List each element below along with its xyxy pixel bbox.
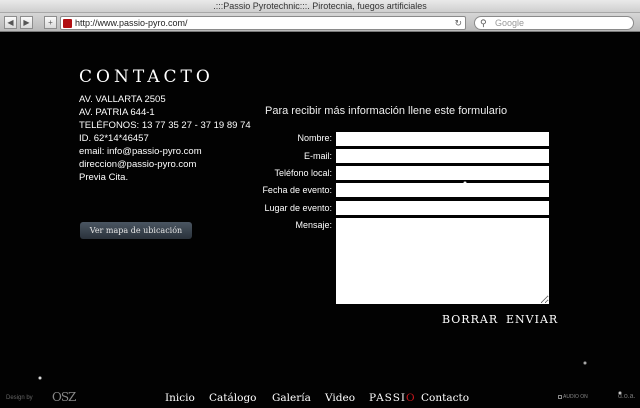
browser-toolbar: ◀ ▶ + http://www.passio-pyro.com/ ↻ ⚲ Go… [0,13,640,32]
footer-mark: d.o.a. [618,393,636,400]
nav-galeria[interactable]: Galería [272,392,311,404]
audio-toggle-label[interactable]: AUDIO ON [563,394,588,400]
message-label: Mensaje: [295,220,332,230]
place-label: Lugar de evento: [264,203,332,213]
brand-accent: O [406,392,416,404]
map-button[interactable]: Ver mapa de ubicación [80,222,192,239]
email-line: email: info@passio-pyro.com [79,146,202,157]
address-line: AV. VALLARTA 2505 [79,94,166,105]
note-line: Previa Cita. [79,172,129,183]
nav-inicio[interactable]: Inicio [165,392,195,404]
forward-button[interactable]: ▶ [20,16,33,29]
message-field[interactable] [336,218,549,304]
url-text: http://www.passio-pyro.com/ [75,18,188,28]
search-icon: ⚲ [480,18,487,28]
phone-field[interactable] [336,166,549,180]
site-favicon-icon [63,19,72,28]
reload-icon[interactable]: ↻ [454,17,462,29]
contact-info: AV. VALLARTA 2505 AV. PATRIA 644-1 TELÉF… [79,93,251,184]
back-button[interactable]: ◀ [4,16,17,29]
address-bar[interactable]: http://www.passio-pyro.com/ ↻ [60,16,466,30]
email-field[interactable] [336,149,549,163]
address-line: AV. PATRIA 644-1 [79,107,155,118]
name-field[interactable] [336,132,549,146]
nav-catalogo[interactable]: Catálogo [209,392,257,404]
add-bookmark-button[interactable]: + [44,16,57,29]
page-title: CONTACTO [79,67,214,87]
email-line: direccion@passio-pyro.com [79,159,197,170]
audio-toggle-icon[interactable] [558,395,562,399]
id-line: ID. 62*14*46457 [79,133,149,144]
submit-button[interactable]: ENVIAR [506,313,558,326]
window-title: .:::Passio Pyrotechnic:::. Pirotecnia, f… [0,0,640,13]
nav-video[interactable]: Video [325,392,355,404]
date-label: Fecha de evento: [262,185,332,195]
footer-nav: Inicio Catálogo Galería Video PASSIO Con… [0,392,640,406]
brand-text: PASSI [369,392,407,404]
name-label: Nombre: [297,133,332,143]
nav-brand-logo[interactable]: PASSIO [369,392,416,404]
form-title: Para recibir más información llene este … [265,105,508,117]
search-input[interactable]: ⚲ Google [474,16,634,30]
phone-label: Teléfono local: [274,168,332,178]
reset-button[interactable]: BORRAR [442,313,498,326]
email-label: E-mail: [303,151,332,161]
nav-contacto[interactable]: Contacto [421,392,469,404]
date-field[interactable] [336,183,549,197]
phones-line: TELÉFONOS: 13 77 35 27 - 37 19 89 74 [79,120,251,131]
place-field[interactable] [336,201,549,215]
search-placeholder: Google [495,18,525,28]
